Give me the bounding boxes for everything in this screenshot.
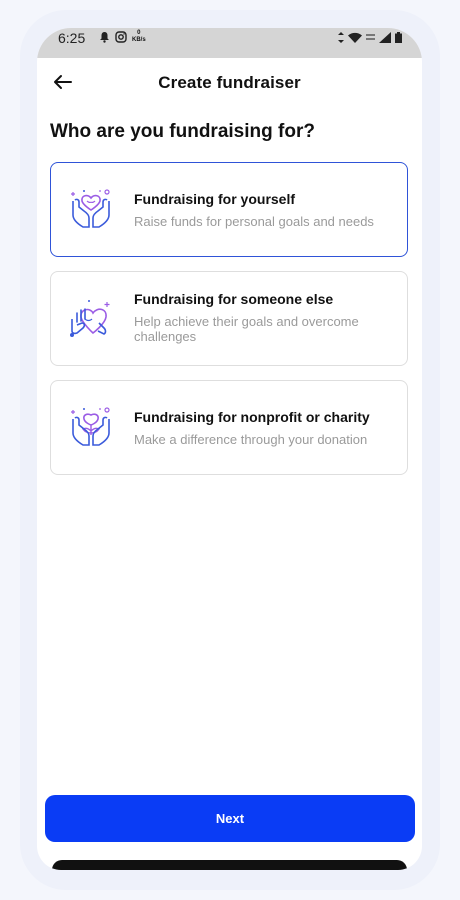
network-speed-unit: KB/s xyxy=(132,37,146,43)
data-arrows-icon xyxy=(338,32,344,43)
network-speed-value: 0 xyxy=(137,30,141,36)
option-title: Fundraising for yourself xyxy=(134,191,296,207)
status-bar: 6:25 0 KB/s xyxy=(37,28,422,58)
option-description: Make a difference through your donation xyxy=(134,432,368,447)
status-time: 6:25 xyxy=(58,30,86,46)
helping-hand-icon xyxy=(70,300,110,337)
option-fundraising-yourself[interactable]: Fundraising for yourself Raise funds for… xyxy=(50,162,408,257)
option-title: Fundraising for nonprofit or charity xyxy=(134,409,370,425)
battery-icon xyxy=(395,32,402,43)
wifi-label-icon xyxy=(366,34,375,40)
hands-plant-icon xyxy=(71,407,110,446)
signal-icon xyxy=(379,32,391,43)
fundraising-question: Who are you fundraising for? xyxy=(50,121,315,142)
option-description: Raise funds for personal goals and needs xyxy=(134,214,374,229)
app-screen: 6:25 0 KB/s Create fundraiser Who are yo… xyxy=(37,28,422,870)
option-description: Help achieve their goals and overcome ch… xyxy=(134,314,359,344)
page-title: Create fundraiser xyxy=(158,73,301,92)
app-header: Create fundraiser xyxy=(37,58,422,110)
notification-bell-icon xyxy=(100,32,109,43)
option-fundraising-someone-else[interactable]: Fundraising for someone else Help achiev… xyxy=(50,271,408,366)
device-bottom-bar xyxy=(52,860,407,870)
network-speed: 0 KB/s xyxy=(132,30,146,44)
wifi-icon xyxy=(348,32,362,43)
next-button[interactable]: Next xyxy=(45,795,415,842)
option-fundraising-nonprofit[interactable]: Fundraising for nonprofit or charity Mak… xyxy=(50,380,408,475)
status-left-icons: 0 KB/s xyxy=(99,30,146,44)
status-right-icons xyxy=(338,32,402,43)
instagram-icon xyxy=(115,31,127,43)
option-title: Fundraising for someone else xyxy=(134,291,334,307)
hands-heart-icon xyxy=(71,189,110,228)
